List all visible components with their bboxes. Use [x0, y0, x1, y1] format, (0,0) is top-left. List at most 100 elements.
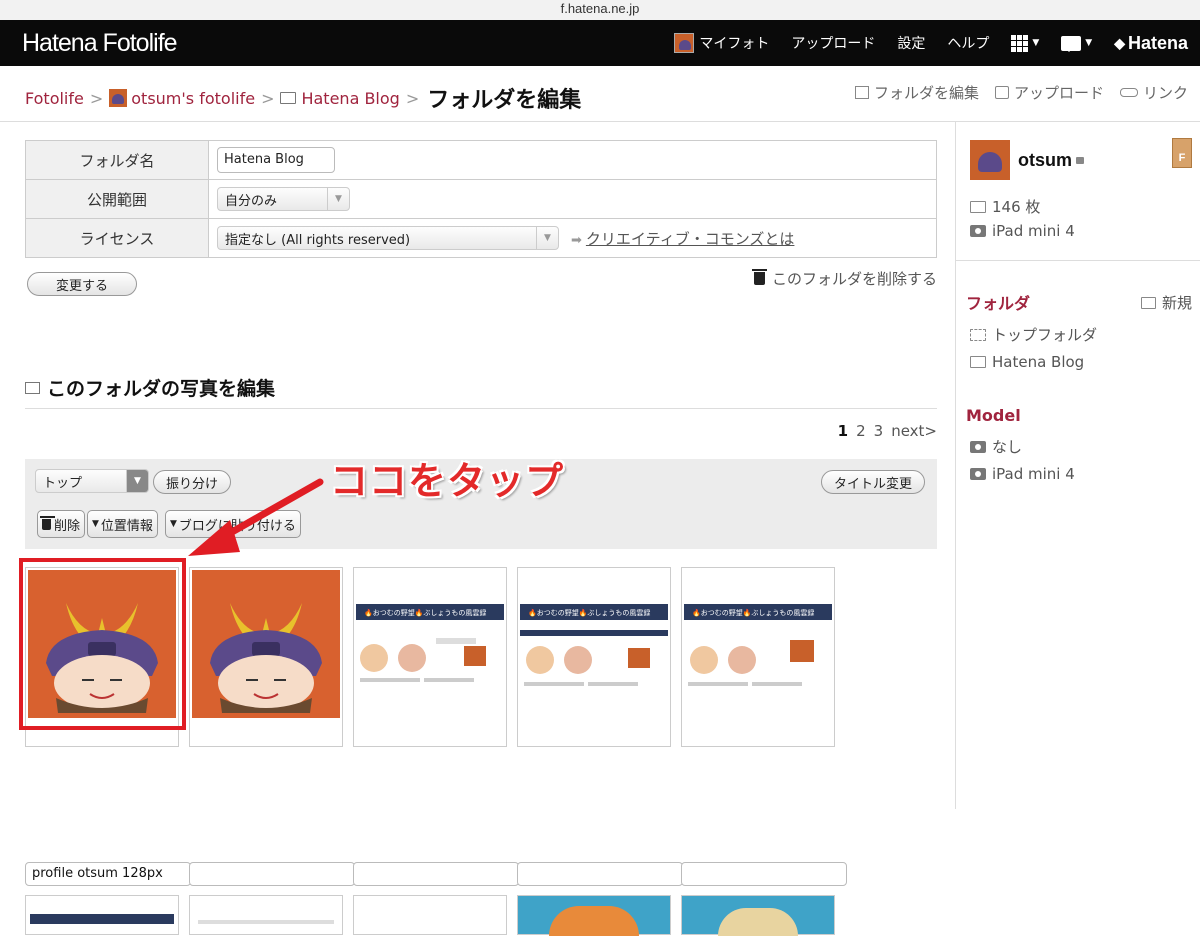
submit-button[interactable]: 変更する: [27, 272, 137, 296]
sidebar-item-model-none[interactable]: なし: [970, 436, 1022, 457]
list-icon: [854, 86, 869, 99]
pagination: 1 2 3 next>: [838, 422, 937, 440]
delete-label: 削除: [54, 518, 81, 534]
sidebar-item-hatena-blog[interactable]: Hatena Blog: [970, 353, 1084, 371]
folder-label: Hatena Blog: [992, 353, 1085, 371]
camera-icon: [970, 225, 986, 237]
breadcrumb-user[interactable]: otsum's fotolife: [131, 89, 255, 108]
new-folder-link[interactable]: 新規: [1140, 292, 1192, 313]
photo-thumbnail[interactable]: 🔥おつむの野望🔥ぶしょうもの風雲録: [681, 567, 835, 747]
license-label: ライセンス: [25, 218, 209, 258]
nav-label: マイフォト: [699, 36, 770, 52]
photo-thumbnail[interactable]: [681, 895, 835, 936]
top-navigation: Hatena Fotolife マイフォト アップロード 設定 ヘルプ ▼ ▼ …: [0, 20, 1200, 66]
breadcrumb-separator: >: [261, 88, 275, 108]
folder-icon: [970, 356, 986, 368]
trash-icon: [751, 269, 767, 285]
edit-folder-link[interactable]: フォルダを編集: [854, 82, 979, 103]
folder-icon: [280, 92, 297, 104]
photo-thumbnail[interactable]: 🔥おつむの野望🔥ぶしょうもの風雲録: [353, 567, 507, 747]
user-avatar-icon: [674, 33, 695, 53]
avatar[interactable]: [970, 140, 1010, 180]
medal-icon: F: [1172, 138, 1192, 168]
caption-input[interactable]: [681, 862, 847, 886]
photo-count-text: 146 枚: [992, 198, 1041, 216]
breadcrumb-separator: >: [405, 88, 420, 108]
move-folder-select[interactable]: トップ ▼: [35, 469, 149, 493]
model-label: iPad mini 4: [992, 465, 1075, 483]
notifications-menu[interactable]: ▼: [1061, 35, 1092, 52]
photo-thumbnail[interactable]: [517, 895, 671, 936]
caption-input[interactable]: [189, 862, 355, 886]
page-3[interactable]: 3: [874, 422, 884, 440]
photo-thumbnail[interactable]: [189, 895, 343, 935]
chevron-down-icon: ▼: [1032, 38, 1040, 48]
username[interactable]: otsum: [1018, 150, 1072, 171]
visibility-label: 公開範囲: [25, 179, 209, 219]
apps-menu[interactable]: ▼: [1011, 34, 1040, 52]
camera-icon: [970, 440, 986, 453]
visibility-value: 自分のみ: [225, 193, 278, 209]
url-text: f.hatena.ne.jp: [560, 1, 640, 16]
page-1[interactable]: 1: [838, 422, 848, 440]
divider: [956, 260, 1200, 261]
photo-count: 146 枚: [970, 196, 1040, 217]
folder-settings-form: フォルダ名 Hatena Blog 公開範囲 自分のみ ▼ ライセンス 指定なし …: [25, 140, 937, 258]
upload-icon: [994, 86, 1009, 99]
thumb-preview: [30, 914, 174, 924]
caption-input[interactable]: [517, 862, 683, 886]
thumb-header-text: 🔥おつむの野望🔥ぶしょうもの風雲録: [528, 608, 650, 617]
delete-button[interactable]: 削除: [37, 510, 86, 538]
model-heading: Model: [966, 406, 1021, 425]
folder-heading: フォルダ: [966, 294, 1031, 313]
thumb-preview: [198, 920, 334, 924]
breadcrumb: Fotolife > otsum's fotolife > Hatena Blo…: [25, 82, 581, 114]
photo-thumbnail[interactable]: [189, 567, 343, 747]
folder-plus-icon: [1140, 296, 1156, 309]
nav-settings[interactable]: 設定: [897, 33, 925, 53]
page-next[interactable]: next>: [891, 422, 937, 440]
sidebar-item-model-ipad[interactable]: iPad mini 4: [970, 465, 1075, 483]
address-bar[interactable]: f.hatena.ne.jp: [0, 0, 1200, 20]
rename-title-button[interactable]: タイトル変更: [820, 470, 925, 494]
blog-screenshot-image: 🔥おつむの野望🔥ぶしょうもの風雲録: [684, 604, 832, 686]
device-text: iPad mini 4: [992, 222, 1075, 240]
hatena-home-link[interactable]: ◆ Hatena: [1114, 33, 1188, 54]
thumb-preview: [718, 908, 798, 936]
nav-help[interactable]: ヘルプ: [947, 33, 989, 53]
nav-my-photo[interactable]: マイフォト: [674, 33, 769, 53]
divider: [25, 408, 937, 409]
sidebar-item-top-folder[interactable]: トップフォルダ: [970, 324, 1097, 345]
delete-folder-link[interactable]: このフォルダを削除する: [751, 268, 937, 289]
chevron-down-icon: ▼: [92, 519, 99, 529]
caption-input[interactable]: profile otsum 128px: [25, 862, 191, 886]
folder-label: トップフォルダ: [992, 326, 1098, 344]
photo-thumbnail[interactable]: 🔥おつむの野望🔥ぶしょうもの風雲録: [517, 567, 671, 747]
breadcrumb-folder[interactable]: Hatena Blog: [301, 89, 399, 108]
license-value: 指定なし (All rights reserved): [225, 232, 411, 248]
creative-commons-link[interactable]: クリエイティブ・コモンズとは: [586, 230, 795, 248]
sidebar: otsum F 146 枚 iPad mini 4 フォルダ 新規 トップフォル…: [955, 122, 1200, 809]
folder-icon: [970, 328, 986, 341]
grid-icon: [1011, 34, 1029, 52]
thumb-preview: [549, 906, 639, 936]
page-2[interactable]: 2: [856, 422, 866, 440]
location-button[interactable]: ▼ 位置情報: [87, 510, 158, 538]
device-info: iPad mini 4: [970, 222, 1075, 240]
license-select[interactable]: 指定なし (All rights reserved) ▼: [217, 226, 559, 250]
caption-input[interactable]: [353, 862, 519, 886]
photo-thumbnail[interactable]: [25, 895, 179, 935]
nav-upload[interactable]: アップロード: [791, 33, 875, 53]
photo-thumbnail[interactable]: [353, 895, 507, 935]
upload-link[interactable]: アップロード: [994, 82, 1104, 103]
visibility-select[interactable]: 自分のみ ▼: [217, 187, 350, 211]
folder-name-input[interactable]: Hatena Blog: [217, 147, 335, 173]
hatena-brand: Hatena: [1127, 32, 1188, 53]
chevron-down-icon: ▼: [327, 188, 349, 210]
breadcrumb-fotolife[interactable]: Fotolife: [25, 89, 84, 108]
link-link[interactable]: リンク: [1119, 82, 1188, 103]
user-avatar-icon: [109, 89, 128, 107]
location-label: 位置情報: [100, 518, 153, 534]
hatena-mark-icon: ◆: [1114, 34, 1125, 51]
fotolife-logo[interactable]: Hatena Fotolife: [22, 29, 178, 58]
